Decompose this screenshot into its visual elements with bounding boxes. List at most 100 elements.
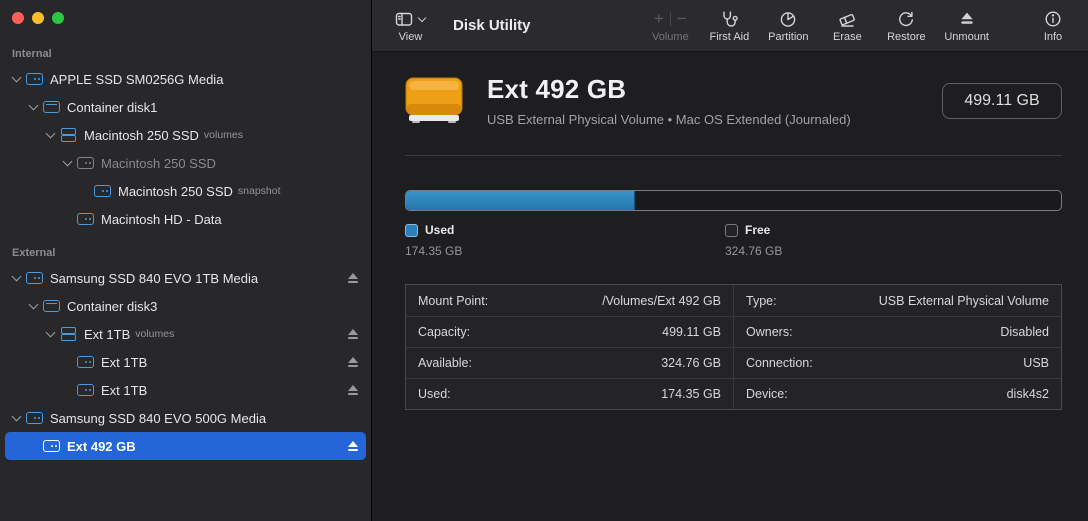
divider — [405, 155, 1062, 156]
legend-free: Free 324.76 GB — [725, 223, 1045, 258]
sidebar-view-icon — [394, 9, 414, 29]
sidebar-item-ext-1tb-volumes[interactable]: Ext 1TB volumes — [5, 320, 366, 348]
chevron-down-icon[interactable] — [9, 71, 25, 87]
chevron-down-icon[interactable] — [43, 127, 59, 143]
chevron-down-icon[interactable] — [26, 99, 42, 115]
toolbar-button-first-aid[interactable]: First Aid — [708, 9, 750, 43]
volume-icon — [43, 440, 60, 452]
detail-connection: Connection: USB — [734, 348, 1061, 378]
chevron-spacer — [60, 382, 76, 398]
legend-used: Used 174.35 GB — [405, 223, 725, 258]
free-swatch-icon — [725, 224, 738, 237]
chevron-down-icon[interactable] — [60, 155, 76, 171]
first-aid-icon — [719, 9, 739, 29]
toolbar-button-erase[interactable]: Erase — [826, 9, 868, 43]
detail-type: Type: USB External Physical Volume — [734, 285, 1061, 316]
close-button[interactable] — [12, 12, 24, 24]
toolbar-button-partition[interactable]: Partition — [767, 9, 809, 43]
remove-volume-icon: − — [677, 9, 687, 29]
external-drive-icon — [405, 77, 463, 124]
volume-header: Ext 492 GB USB External Physical Volume … — [405, 74, 1062, 127]
sidebar-item-container-disk1[interactable]: Container disk1 — [5, 93, 366, 121]
disk-icon — [26, 272, 43, 284]
free-value: 324.76 GB — [725, 244, 1045, 258]
toolbar-button-volume[interactable]: + − Volume — [649, 9, 691, 43]
toolbar: View Disk Utility + − Volume — [372, 0, 1088, 52]
sidebar-item-samsung-500g-media[interactable]: Samsung SSD 840 EVO 500G Media — [5, 404, 366, 432]
container-icon — [43, 101, 60, 113]
item-suffix: volumes — [135, 328, 174, 340]
sidebar-section-internal: Internal — [0, 48, 371, 60]
chevron-down-icon[interactable] — [26, 298, 42, 314]
table-row: Capacity: 499.11 GB Owners: Disabled — [406, 316, 1061, 347]
eject-icon[interactable] — [346, 328, 360, 341]
detail-owners: Owners: Disabled — [734, 317, 1061, 347]
sidebar-item-macintosh-250-ssd-snapshot[interactable]: Macintosh 250 SSD snapshot — [5, 177, 366, 205]
sidebar-section-external: External — [0, 247, 371, 259]
detail-table: Mount Point: /Volumes/Ext 492 GB Type: U… — [405, 284, 1062, 410]
disk-icon — [26, 412, 43, 424]
volume-icon — [77, 384, 94, 396]
sidebar-item-ext-1tb-2[interactable]: Ext 1TB — [5, 376, 366, 404]
usage-bar — [405, 190, 1062, 211]
detail-available: Available: 324.76 GB — [406, 348, 734, 378]
app-title: Disk Utility — [453, 17, 531, 34]
main-panel: View Disk Utility + − Volume — [372, 0, 1088, 521]
used-swatch-icon — [405, 224, 418, 237]
sidebar-item-macintosh-hd-data[interactable]: Macintosh HD - Data — [5, 205, 366, 233]
chevron-down-icon[interactable] — [9, 270, 25, 286]
chevron-spacer — [60, 354, 76, 370]
toolbar-button-info[interactable]: Info — [1032, 9, 1074, 43]
minimize-button[interactable] — [32, 12, 44, 24]
chevron-down-icon[interactable] — [43, 326, 59, 342]
volumes-icon — [60, 327, 77, 341]
item-suffix: volumes — [204, 129, 243, 141]
sidebar-item-samsung-1tb-media[interactable]: Samsung SSD 840 EVO 1TB Media — [5, 264, 366, 292]
table-row: Used: 174.35 GB Device: disk4s2 — [406, 378, 1061, 409]
volume-icon — [94, 185, 111, 197]
volume-segment: + − — [654, 9, 687, 29]
sidebar-item-apple-ssd-media[interactable]: APPLE SSD SM0256G Media — [5, 65, 366, 93]
disk-utility-window: Internal APPLE SSD SM0256G Media Contain… — [0, 0, 1088, 521]
sidebar-item-macintosh-250-ssd[interactable]: Macintosh 250 SSD — [5, 149, 366, 177]
volumes-icon — [60, 128, 77, 142]
toolbar-button-restore[interactable]: Restore — [885, 9, 927, 43]
chevron-down-icon — [417, 14, 427, 24]
chevron-spacer — [26, 438, 42, 454]
volume-detail-view: Ext 492 GB USB External Physical Volume … — [372, 52, 1088, 410]
used-value: 174.35 GB — [405, 244, 725, 258]
table-row: Mount Point: /Volumes/Ext 492 GB Type: U… — [406, 285, 1061, 316]
partition-icon — [778, 9, 798, 29]
disk-icon — [26, 73, 43, 85]
volume-icon — [77, 356, 94, 368]
detail-used: Used: 174.35 GB — [406, 379, 734, 409]
usage-bar-used — [406, 191, 635, 210]
eject-icon[interactable] — [346, 440, 360, 453]
eject-icon[interactable] — [346, 384, 360, 397]
erase-icon — [837, 9, 857, 29]
sidebar-item-ext-492gb[interactable]: Ext 492 GB — [5, 432, 366, 460]
sidebar-item-macintosh-250-ssd-volumes[interactable]: Macintosh 250 SSD volumes — [5, 121, 366, 149]
detail-mount-point: Mount Point: /Volumes/Ext 492 GB — [406, 285, 734, 316]
container-icon — [43, 300, 60, 312]
chevron-down-icon[interactable] — [9, 410, 25, 426]
detail-device: Device: disk4s2 — [734, 379, 1061, 409]
info-icon — [1043, 9, 1063, 29]
table-row: Available: 324.76 GB Connection: USB — [406, 347, 1061, 378]
chevron-spacer — [77, 183, 93, 199]
volume-title: Ext 492 GB — [487, 74, 851, 105]
window-controls — [0, 0, 371, 24]
sidebar-item-ext-1tb-1[interactable]: Ext 1TB — [5, 348, 366, 376]
separator — [670, 12, 671, 26]
eject-icon[interactable] — [346, 356, 360, 369]
detail-capacity: Capacity: 499.11 GB — [406, 317, 734, 347]
eject-icon[interactable] — [346, 272, 360, 285]
sidebar: Internal APPLE SSD SM0256G Media Contain… — [0, 0, 372, 521]
chevron-spacer — [60, 211, 76, 227]
view-button[interactable]: View — [394, 9, 427, 43]
volume-subtitle: USB External Physical Volume • Mac OS Ex… — [487, 112, 851, 127]
toolbar-button-unmount[interactable]: Unmount — [944, 9, 989, 43]
usage-legend: Used 174.35 GB Free 324.76 GB — [405, 223, 1062, 258]
zoom-button[interactable] — [52, 12, 64, 24]
sidebar-item-container-disk3[interactable]: Container disk3 — [5, 292, 366, 320]
